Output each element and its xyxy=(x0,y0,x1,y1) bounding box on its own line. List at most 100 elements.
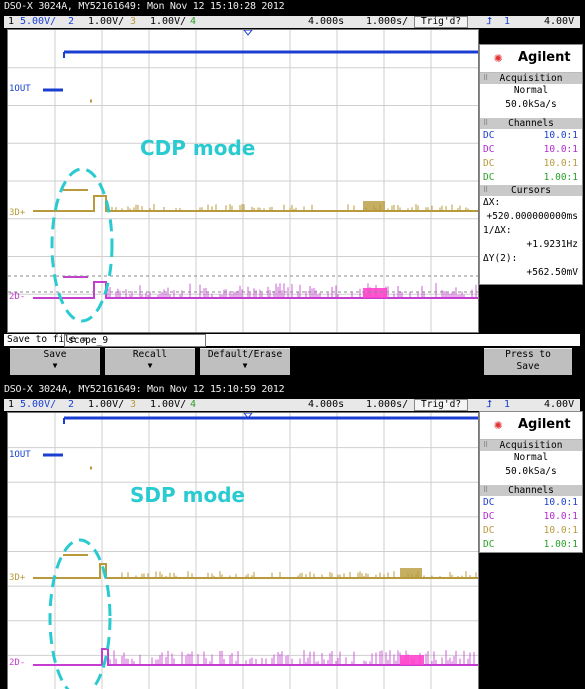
waveform-display[interactable]: 1OUT 3D+ 2D- CDP mode xyxy=(7,29,479,333)
recall-softkey[interactable]: Recall ▼ xyxy=(105,348,195,375)
scope-screen-cdp: DSO-X 3024A, MY52161649: Mon Nov 12 15:1… xyxy=(0,0,585,383)
channel-probe-ratio: 10.0:1 xyxy=(543,497,578,508)
channel-coupling: DC xyxy=(483,497,495,508)
acq-rate: 50.0kSa/s xyxy=(505,466,557,477)
ch3-scale[interactable]: 1.00V/ xyxy=(150,16,186,28)
save-filename-field[interactable]: scope_9 xyxy=(64,334,206,347)
trigger-marker-icon xyxy=(243,30,253,36)
ch4-number[interactable]: 4 xyxy=(190,399,196,411)
inv-dx-label: 1/ΔX: xyxy=(483,225,512,236)
channel-probe-ratio: 1.00:1 xyxy=(543,539,578,550)
cursor-inv-dx: +1.9231Hz xyxy=(480,238,582,252)
save-softkey[interactable]: Save ▼ xyxy=(10,348,100,375)
acquisition-header[interactable]: ⠿ Acquisition xyxy=(480,73,582,84)
channel-settings-bar: 1 5.00V/ 2 1.00V/ 3 1.00V/ 4 4.000s 1.00… xyxy=(4,16,580,28)
channel-row: DC 1.00:1 xyxy=(480,171,582,185)
trigger-source[interactable]: 1 xyxy=(504,16,510,28)
cursor-inv-dx-label: 1/ΔX: xyxy=(480,224,582,238)
ch1-label-text: OUT xyxy=(14,84,31,94)
channels-header[interactable]: ⠿ Channels xyxy=(480,485,582,496)
channel-row: DC 10.0:1 xyxy=(480,524,582,538)
ch2-burst xyxy=(400,568,422,578)
trigger-source[interactable]: 1 xyxy=(504,399,510,411)
acquisition-header-text: Acquisition xyxy=(499,440,563,451)
acq-mode: Normal xyxy=(513,452,549,463)
channel-settings-bar: 1 5.00V/ 2 1.00V/ 3 1.00V/ 4 4.000s 1.00… xyxy=(4,399,580,411)
acq-rate: 50.0kSa/s xyxy=(505,99,557,110)
channel-probe-ratio: 10.0:1 xyxy=(543,511,578,522)
trigger-level[interactable]: 4.00V xyxy=(544,16,574,28)
ch3-scale[interactable]: 1.00V/ xyxy=(150,399,186,411)
down-arrow-icon: ▼ xyxy=(147,361,153,370)
down-arrow-icon: ▼ xyxy=(52,361,58,370)
default-erase-softkey[interactable]: Default/Erase ▼ xyxy=(200,348,290,375)
mode-annotation: SDP mode xyxy=(130,483,246,507)
highlight-ellipse xyxy=(48,538,112,689)
time-delay[interactable]: 4.000s xyxy=(308,16,344,28)
channel-probe-ratio: 10.0:1 xyxy=(543,525,578,536)
channels-header[interactable]: ⠿ Channels xyxy=(480,118,582,129)
channels-header-text: Channels xyxy=(508,118,554,129)
inv-dx-value: +1.9231Hz xyxy=(526,239,578,250)
ch2-number[interactable]: 2 xyxy=(68,399,74,411)
press-to-save-softkey[interactable]: Press to Save xyxy=(484,348,572,375)
time-base[interactable]: 1.000s/ xyxy=(366,16,408,28)
ch4-number[interactable]: 4 xyxy=(190,16,196,28)
time-base[interactable]: 1.000s/ xyxy=(366,399,408,411)
ch1-number[interactable]: 1 xyxy=(8,399,14,411)
ch2-label-text: D+ xyxy=(14,208,26,218)
brand-name: Agilent xyxy=(518,417,571,432)
ch3-burst xyxy=(363,288,387,298)
ch2-label-text: D+ xyxy=(14,573,26,583)
time-delay[interactable]: 4.000s xyxy=(308,399,344,411)
waveform-display[interactable]: 1OUT 3D+ 2D- SDP mode xyxy=(7,412,479,689)
down-arrow-icon: ▼ xyxy=(242,361,248,370)
trigger-level[interactable]: 4.00V xyxy=(544,399,574,411)
rising-edge-icon: ⮥ xyxy=(486,16,492,27)
channel-probe-ratio: 10.0:1 xyxy=(543,158,578,169)
ch2-number[interactable]: 2 xyxy=(68,16,74,28)
brand-name: Agilent xyxy=(518,50,571,65)
agilent-spark-icon: ✺ xyxy=(494,50,503,66)
ch2-scale[interactable]: 1.00V/ xyxy=(88,16,124,28)
agilent-spark-icon: ✺ xyxy=(494,417,503,433)
side-panel: ✺ Agilent ⠿ Acquisition Normal 50.0kSa/s … xyxy=(479,44,583,285)
cursors-header[interactable]: ⠿ Cursors xyxy=(480,185,582,196)
side-panel: ✺ Agilent ⠿ Acquisition Normal 50.0kSa/s … xyxy=(479,411,583,553)
ch3-label: 2D- xyxy=(9,658,25,668)
channel-coupling: DC xyxy=(483,130,495,141)
ch3-label-text: D- xyxy=(14,292,26,302)
ch2-trace xyxy=(33,195,478,212)
ch1-label: 1OUT xyxy=(9,450,31,460)
ch3-number[interactable]: 3 xyxy=(130,399,136,411)
mode-annotation: CDP mode xyxy=(140,136,256,160)
brand-header: ✺ Agilent xyxy=(480,412,582,440)
ch1-number[interactable]: 1 xyxy=(8,16,14,28)
channel-row: DC 10.0:1 xyxy=(480,510,582,524)
channel-coupling: DC xyxy=(483,539,495,550)
acquisition-header[interactable]: ⠿ Acquisition xyxy=(480,440,582,451)
dx-value: +520.000000000ms xyxy=(486,211,578,222)
channel-coupling: DC xyxy=(483,172,495,183)
brand-header: ✺ Agilent xyxy=(480,45,582,73)
channel-row: DC 10.0:1 xyxy=(480,143,582,157)
dy-label: ΔY(2): xyxy=(483,253,518,264)
ch3-label-text: D- xyxy=(14,658,26,668)
ch1-scale[interactable]: 5.00V/ xyxy=(20,16,56,28)
ch2-scale[interactable]: 1.00V/ xyxy=(88,399,124,411)
cursor-dx: +520.000000000ms xyxy=(480,210,582,224)
waveform-svg xyxy=(8,413,478,689)
save-softkey-label: Save xyxy=(43,349,67,360)
cursor-dy: +562.50mV xyxy=(480,266,582,280)
channel-row: DC 10.0:1 xyxy=(480,496,582,510)
channel-probe-ratio: 10.0:1 xyxy=(543,130,578,141)
ch1-label-text: OUT xyxy=(14,450,31,460)
window-title: DSO-X 3024A, MY52161649: Mon Nov 12 15:1… xyxy=(4,384,285,395)
waveform-svg xyxy=(8,30,478,332)
ch3-number[interactable]: 3 xyxy=(130,16,136,28)
acquisition-header-text: Acquisition xyxy=(499,73,563,84)
ch1-scale[interactable]: 5.00V/ xyxy=(20,399,56,411)
channel-row: DC 1.00:1 xyxy=(480,538,582,552)
channels-list: DC 10.0:1 DC 10.0:1 DC 10.0:1 DC 1.00:1 xyxy=(480,496,582,552)
channel-coupling: DC xyxy=(483,525,495,536)
